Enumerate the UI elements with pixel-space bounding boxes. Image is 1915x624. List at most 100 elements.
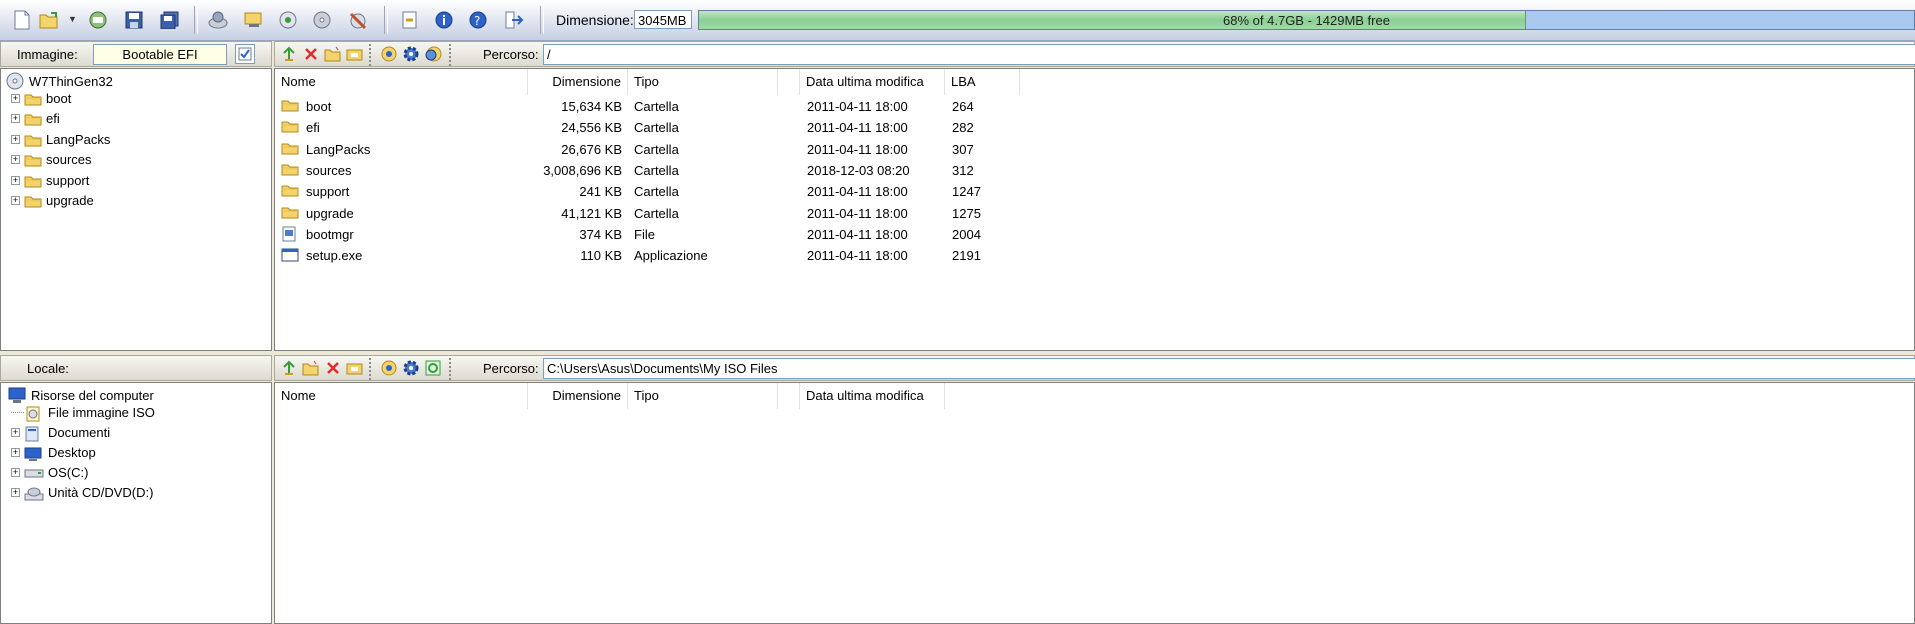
- tree-root-image[interactable]: W7ThinGen32: [5, 72, 113, 90]
- toolbar-separator: [194, 6, 198, 34]
- wizard-icon[interactable]: [346, 8, 370, 32]
- convert-icon[interactable]: [310, 8, 334, 32]
- column-header-type[interactable]: Tipo: [628, 383, 778, 409]
- rename-icon[interactable]: [345, 358, 365, 378]
- tree-item-label: Desktop: [48, 444, 96, 460]
- file-type: Cartella: [634, 184, 679, 200]
- column-header-size[interactable]: Dimensione: [528, 383, 628, 409]
- go-up-icon[interactable]: [279, 44, 299, 64]
- expand-icon[interactable]: +: [11, 427, 20, 437]
- expand-icon[interactable]: +: [11, 196, 20, 205]
- file-date: 2011-04-11 18:00: [807, 184, 908, 200]
- folder-icon: [281, 162, 299, 179]
- save-all-icon[interactable]: [158, 8, 182, 32]
- view-options-icon[interactable]: [423, 44, 443, 64]
- tree-item-iso-file[interactable]: File immagine ISO: [11, 403, 155, 421]
- expand-icon[interactable]: +: [11, 134, 20, 144]
- tree-item-upgrade[interactable]: + upgrade: [11, 192, 94, 210]
- file-size: 241 KB: [579, 184, 622, 200]
- save-as-icon[interactable]: [86, 8, 110, 32]
- tree-item-support[interactable]: + support: [11, 171, 89, 189]
- sync-icon[interactable]: [423, 358, 443, 378]
- extract-icon[interactable]: [276, 8, 300, 32]
- expand-icon[interactable]: +: [11, 488, 20, 498]
- file-size: 24,556 KB: [561, 120, 622, 136]
- expand-icon[interactable]: +: [11, 93, 20, 103]
- table-row[interactable]: LangPacks 26,676 KB Cartella 2011-04-11 18:…: [275, 140, 1275, 161]
- exit-icon[interactable]: [502, 8, 526, 32]
- file-name: boot: [306, 99, 332, 114]
- tree-item-langpacks[interactable]: + LangPacks: [11, 130, 110, 148]
- table-row[interactable]: upgrade 41,121 KB Cartella 2011-04-11 18:00…: [275, 204, 1275, 225]
- tree-item-boot[interactable]: + boot: [11, 89, 71, 107]
- column-header-date[interactable]: Data ultima modifica: [800, 383, 945, 409]
- settings-gear-icon[interactable]: [401, 44, 421, 64]
- burn-icon[interactable]: [206, 8, 230, 32]
- file-lba: 2191: [952, 248, 981, 264]
- expand-icon[interactable]: +: [11, 155, 20, 164]
- settings-gear-icon[interactable]: [401, 358, 421, 378]
- new-folder-icon[interactable]: [301, 358, 321, 378]
- table-row[interactable]: boot 15,634 KB Cartella 2011-04-11 18:00 264: [275, 97, 1275, 118]
- boot-properties-icon[interactable]: [235, 44, 255, 64]
- refresh-icon[interactable]: [379, 358, 399, 378]
- local-path-field[interactable]: C:\Users\Asus\Documents\My ISO Files: [543, 358, 1915, 379]
- file-name: sources: [306, 162, 352, 178]
- column-header-date[interactable]: Data ultima modifica: [800, 69, 945, 95]
- table-row[interactable]: support 241 KB Cartella 2011-04-11 18:00 124…: [275, 182, 1275, 203]
- local-list-header: Nome Dimensione Tipo Data ultima modific…: [275, 383, 1914, 409]
- rename-icon[interactable]: [345, 44, 365, 64]
- save-icon[interactable]: [122, 8, 146, 32]
- column-header-name[interactable]: Nome: [275, 383, 528, 409]
- image-path-field[interactable]: /: [543, 44, 1915, 65]
- delete-icon[interactable]: [323, 358, 343, 378]
- open-icon[interactable]: [38, 8, 62, 32]
- table-row[interactable]: efi 24,556 KB Cartella 2011-04-11 18:00 282: [275, 118, 1275, 139]
- boot-type-field[interactable]: Bootable EFI: [93, 44, 227, 65]
- tree-item-sources[interactable]: + sources: [11, 151, 92, 169]
- column-header-spacer: [778, 69, 800, 95]
- go-up-icon[interactable]: [279, 358, 299, 378]
- expand-icon[interactable]: +: [11, 447, 20, 457]
- info-icon[interactable]: [432, 8, 456, 32]
- tree-item-efi[interactable]: + efi: [11, 110, 60, 128]
- delete-icon[interactable]: [301, 44, 321, 64]
- tree-root-computer[interactable]: Risorse del computer: [7, 386, 154, 404]
- folder-icon: [24, 194, 42, 208]
- expand-icon[interactable]: +: [11, 175, 20, 185]
- new-icon[interactable]: [10, 8, 34, 32]
- tree-item-drive[interactable]: + OS(C:): [11, 464, 88, 482]
- refresh-icon[interactable]: [379, 44, 399, 64]
- table-row[interactable]: setup.exe 110 KB Applicazione 2011-04-11 18…: [275, 246, 1275, 267]
- file-date: 2011-04-11 18:00: [807, 141, 908, 157]
- folder-icon: [281, 119, 299, 136]
- size-field[interactable]: 3045MB: [634, 10, 692, 29]
- local-file-list: Nome Dimensione Tipo Data ultima modific…: [274, 382, 1915, 624]
- column-header-type[interactable]: Tipo: [628, 69, 778, 95]
- tree-item-label: File immagine ISO: [48, 404, 155, 420]
- expand-icon[interactable]: +: [11, 114, 20, 123]
- tree-item-label: Documenti: [48, 424, 111, 440]
- column-header-size[interactable]: Dimensione: [528, 69, 628, 95]
- file-type: File: [634, 226, 655, 242]
- mount-icon[interactable]: [242, 8, 266, 32]
- tree-item-documents[interactable]: + Documenti: [11, 423, 111, 442]
- tree-item-cd-drive[interactable]: + Unità CD/DVD(D:): [11, 484, 153, 502]
- table-row[interactable]: bootmgr 374 KB File 2011-04-11 18:00 2004: [275, 225, 1275, 246]
- column-header-name[interactable]: Nome: [275, 69, 528, 95]
- properties-icon[interactable]: [398, 8, 422, 32]
- file-lba: 282: [952, 120, 974, 136]
- new-folder-icon[interactable]: [323, 44, 343, 64]
- help-icon[interactable]: ?: [466, 8, 490, 32]
- chevron-down-icon[interactable]: ▼: [68, 14, 77, 24]
- file-size: 3,008,696 KB: [543, 162, 622, 178]
- file-date: 2018-12-03 08:20: [807, 162, 910, 178]
- column-header-lba[interactable]: LBA: [945, 69, 1020, 95]
- tree-item-desktop[interactable]: + Desktop: [11, 443, 96, 461]
- file-date: 2011-04-11 18:00: [807, 99, 908, 114]
- table-row[interactable]: sources 3,008,696 KB Cartella 2018-12-03 08…: [275, 161, 1275, 182]
- computer-icon: [8, 387, 26, 403]
- size-label: Dimensione:: [556, 12, 634, 28]
- toolbar-grip: [449, 44, 455, 66]
- expand-icon[interactable]: +: [11, 468, 20, 478]
